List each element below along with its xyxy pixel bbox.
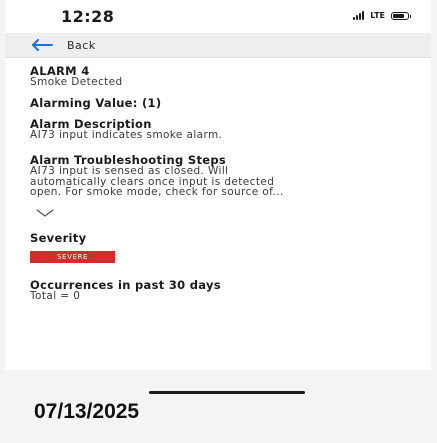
alarm-subtitle: Smoke Detected <box>30 76 123 88</box>
troubleshooting-heading: Alarm Troubleshooting Steps <box>30 153 227 167</box>
back-label: Back <box>67 38 96 52</box>
home-indicator <box>149 391 305 394</box>
back-arrow-icon <box>32 39 53 51</box>
status-indicators: LTE <box>353 11 411 20</box>
signal-icon <box>353 11 365 20</box>
back-button[interactable]: Back <box>31 35 96 55</box>
battery-icon <box>391 11 411 20</box>
occurrences-text: Total = 0 <box>30 289 81 302</box>
alarming-value: Alarming Value: (1) <box>30 95 162 110</box>
network-label: LTE <box>370 11 385 20</box>
troubleshooting-line: AI73 input is sensed as closed. Will <box>30 166 229 177</box>
chevron-down-icon[interactable] <box>36 208 54 218</box>
footer-date: 07/13/2025 <box>34 400 140 423</box>
occurrences-heading: Occurrences in past 30 days <box>30 277 221 292</box>
alarm-content: ALARM 4 Smoke Detected Alarming Value: (… <box>30 65 425 301</box>
alarm-detail-screen: Back ALARM 4 Smoke Detected Alarming Val… <box>5 33 431 394</box>
status-time: 12:28 <box>61 7 115 26</box>
nav-bar: Back <box>5 33 431 58</box>
troubleshooting-line: open. For smoke mode, check for source o… <box>30 187 284 198</box>
severity-badge: SEVERE <box>30 250 115 263</box>
description-heading: Alarm Description <box>30 116 152 131</box>
troubleshooting-line: automatically clears once input is detec… <box>30 176 275 187</box>
status-bar: 12:28 LTE <box>5 0 431 33</box>
description-text: AI73 input indicates smoke alarm. <box>30 128 223 141</box>
severity-heading: Severity <box>30 230 87 245</box>
